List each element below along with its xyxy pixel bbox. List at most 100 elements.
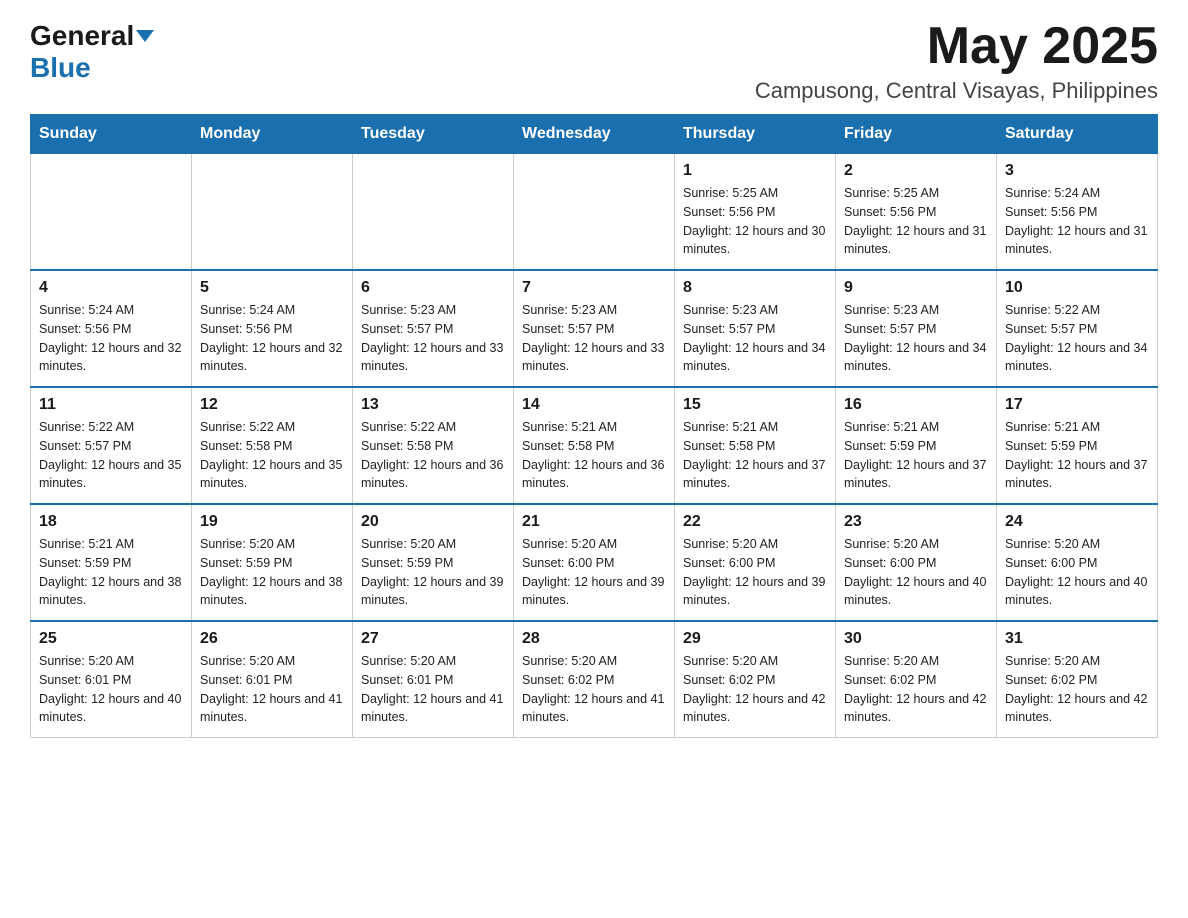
day-number: 18 — [39, 513, 183, 531]
day-number: 20 — [361, 513, 505, 531]
calendar-week-row: 25Sunrise: 5:20 AM Sunset: 6:01 PM Dayli… — [31, 621, 1158, 738]
day-info: Sunrise: 5:22 AM Sunset: 5:58 PM Dayligh… — [200, 418, 344, 493]
calendar-cell: 5Sunrise: 5:24 AM Sunset: 5:56 PM Daylig… — [192, 270, 353, 387]
day-number: 14 — [522, 396, 666, 414]
calendar-week-row: 18 Sunrise: 5:21 AM Sunset: 5:59 PM Dayli… — [31, 504, 1158, 621]
calendar-cell: 4 Sunrise: 5:24 AM Sunset: 5:56 PM Daylig… — [31, 270, 192, 387]
logo: General Blue — [30, 20, 154, 84]
calendar-cell: 9 Sunrise: 5:23 AM Sunset: 5:57 PM Daylig… — [836, 270, 997, 387]
day-info: Sunrise: 5:20 AM Sunset: 6:02 PM Dayligh… — [1005, 652, 1149, 727]
calendar-cell: 1 Sunrise: 5:25 AM Sunset: 5:56 PM Daylig… — [675, 154, 836, 271]
calendar-cell: 6Sunrise: 5:23 AM Sunset: 5:57 PM Daylig… — [353, 270, 514, 387]
title-block: May 2025 Campusong, Central Visayas, Phi… — [755, 20, 1158, 104]
day-number: 11 — [39, 396, 183, 414]
calendar-cell: 27 Sunrise: 5:20 AM Sunset: 6:01 PM Dayli… — [353, 621, 514, 738]
day-info: Sunrise: 5:20 AM Sunset: 5:59 PM Dayligh… — [361, 535, 505, 610]
day-number: 24 — [1005, 513, 1149, 531]
calendar-cell: 13 Sunrise: 5:22 AM Sunset: 5:58 PM Dayli… — [353, 387, 514, 504]
day-number: 4 — [39, 279, 183, 297]
logo-general: General — [30, 20, 134, 52]
day-info: Sunrise: 5:21 AM Sunset: 5:59 PM Dayligh… — [1005, 418, 1149, 493]
weekday-header-friday: Friday — [836, 115, 997, 154]
day-number: 3 — [1005, 162, 1149, 180]
logo-blue: Blue — [30, 52, 91, 83]
calendar-cell: 15Sunrise: 5:21 AM Sunset: 5:58 PM Dayli… — [675, 387, 836, 504]
day-info: Sunrise: 5:20 AM Sunset: 6:00 PM Dayligh… — [1005, 535, 1149, 610]
calendar-cell: 12 Sunrise: 5:22 AM Sunset: 5:58 PM Dayli… — [192, 387, 353, 504]
calendar-cell: 8Sunrise: 5:23 AM Sunset: 5:57 PM Daylig… — [675, 270, 836, 387]
day-info: Sunrise: 5:21 AM Sunset: 5:58 PM Dayligh… — [683, 418, 827, 493]
day-number: 21 — [522, 513, 666, 531]
day-number: 12 — [200, 396, 344, 414]
calendar-cell — [353, 154, 514, 271]
day-number: 26 — [200, 630, 344, 648]
day-info: Sunrise: 5:20 AM Sunset: 6:02 PM Dayligh… — [522, 652, 666, 727]
day-number: 22 — [683, 513, 827, 531]
day-info: Sunrise: 5:20 AM Sunset: 6:00 PM Dayligh… — [683, 535, 827, 610]
calendar-cell: 24 Sunrise: 5:20 AM Sunset: 6:00 PM Dayli… — [997, 504, 1158, 621]
calendar-cell: 23Sunrise: 5:20 AM Sunset: 6:00 PM Dayli… — [836, 504, 997, 621]
day-number: 16 — [844, 396, 988, 414]
calendar-cell: 17 Sunrise: 5:21 AM Sunset: 5:59 PM Dayli… — [997, 387, 1158, 504]
day-number: 7 — [522, 279, 666, 297]
day-info: Sunrise: 5:20 AM Sunset: 6:01 PM Dayligh… — [200, 652, 344, 727]
calendar-cell: 19Sunrise: 5:20 AM Sunset: 5:59 PM Dayli… — [192, 504, 353, 621]
calendar-cell: 20 Sunrise: 5:20 AM Sunset: 5:59 PM Dayli… — [353, 504, 514, 621]
calendar-cell: 22 Sunrise: 5:20 AM Sunset: 6:00 PM Dayli… — [675, 504, 836, 621]
weekday-header-sunday: Sunday — [31, 115, 192, 154]
day-info: Sunrise: 5:25 AM Sunset: 5:56 PM Dayligh… — [683, 184, 827, 259]
calendar-cell: 7 Sunrise: 5:23 AM Sunset: 5:57 PM Daylig… — [514, 270, 675, 387]
weekday-header-wednesday: Wednesday — [514, 115, 675, 154]
calendar-cell: 18 Sunrise: 5:21 AM Sunset: 5:59 PM Dayli… — [31, 504, 192, 621]
day-info: Sunrise: 5:20 AM Sunset: 6:02 PM Dayligh… — [683, 652, 827, 727]
day-info: Sunrise: 5:20 AM Sunset: 5:59 PM Dayligh… — [200, 535, 344, 610]
day-number: 31 — [1005, 630, 1149, 648]
day-number: 27 — [361, 630, 505, 648]
day-info: Sunrise: 5:24 AM Sunset: 5:56 PM Dayligh… — [39, 301, 183, 376]
weekday-header-saturday: Saturday — [997, 115, 1158, 154]
calendar-cell — [514, 154, 675, 271]
day-info: Sunrise: 5:23 AM Sunset: 5:57 PM Dayligh… — [522, 301, 666, 376]
day-number: 13 — [361, 396, 505, 414]
day-info: Sunrise: 5:21 AM Sunset: 5:59 PM Dayligh… — [39, 535, 183, 610]
day-number: 9 — [844, 279, 988, 297]
calendar-cell: 11 Sunrise: 5:22 AM Sunset: 5:57 PM Dayli… — [31, 387, 192, 504]
day-number: 2 — [844, 162, 988, 180]
day-info: Sunrise: 5:20 AM Sunset: 6:01 PM Dayligh… — [39, 652, 183, 727]
calendar-cell: 2 Sunrise: 5:25 AM Sunset: 5:56 PM Daylig… — [836, 154, 997, 271]
calendar-cell: 10Sunrise: 5:22 AM Sunset: 5:57 PM Dayli… — [997, 270, 1158, 387]
calendar-table: SundayMondayTuesdayWednesdayThursdayFrid… — [30, 114, 1158, 738]
day-info: Sunrise: 5:24 AM Sunset: 5:56 PM Dayligh… — [200, 301, 344, 376]
day-info: Sunrise: 5:21 AM Sunset: 5:58 PM Dayligh… — [522, 418, 666, 493]
weekday-header-tuesday: Tuesday — [353, 115, 514, 154]
day-info: Sunrise: 5:23 AM Sunset: 5:57 PM Dayligh… — [844, 301, 988, 376]
day-number: 29 — [683, 630, 827, 648]
day-number: 1 — [683, 162, 827, 180]
page-header: General Blue May 2025 Campusong, Central… — [30, 20, 1158, 104]
day-number: 10 — [1005, 279, 1149, 297]
calendar-cell — [31, 154, 192, 271]
calendar-header-row: SundayMondayTuesdayWednesdayThursdayFrid… — [31, 115, 1158, 154]
calendar-cell — [192, 154, 353, 271]
day-number: 6 — [361, 279, 505, 297]
calendar-cell: 21 Sunrise: 5:20 AM Sunset: 6:00 PM Dayli… — [514, 504, 675, 621]
day-info: Sunrise: 5:23 AM Sunset: 5:57 PM Dayligh… — [683, 301, 827, 376]
day-number: 28 — [522, 630, 666, 648]
calendar-cell: 16 Sunrise: 5:21 AM Sunset: 5:59 PM Dayli… — [836, 387, 997, 504]
day-info: Sunrise: 5:20 AM Sunset: 6:02 PM Dayligh… — [844, 652, 988, 727]
weekday-header-monday: Monday — [192, 115, 353, 154]
day-info: Sunrise: 5:25 AM Sunset: 5:56 PM Dayligh… — [844, 184, 988, 259]
day-info: Sunrise: 5:21 AM Sunset: 5:59 PM Dayligh… — [844, 418, 988, 493]
day-info: Sunrise: 5:20 AM Sunset: 6:00 PM Dayligh… — [522, 535, 666, 610]
day-info: Sunrise: 5:22 AM Sunset: 5:57 PM Dayligh… — [39, 418, 183, 493]
calendar-cell: 14 Sunrise: 5:21 AM Sunset: 5:58 PM Dayli… — [514, 387, 675, 504]
calendar-week-row: 11 Sunrise: 5:22 AM Sunset: 5:57 PM Dayli… — [31, 387, 1158, 504]
day-info: Sunrise: 5:20 AM Sunset: 6:01 PM Dayligh… — [361, 652, 505, 727]
day-info: Sunrise: 5:20 AM Sunset: 6:00 PM Dayligh… — [844, 535, 988, 610]
calendar-week-row: 1 Sunrise: 5:25 AM Sunset: 5:56 PM Daylig… — [31, 154, 1158, 271]
day-info: Sunrise: 5:22 AM Sunset: 5:58 PM Dayligh… — [361, 418, 505, 493]
day-number: 30 — [844, 630, 988, 648]
day-number: 17 — [1005, 396, 1149, 414]
logo-triangle-icon — [136, 30, 154, 42]
day-info: Sunrise: 5:24 AM Sunset: 5:56 PM Dayligh… — [1005, 184, 1149, 259]
